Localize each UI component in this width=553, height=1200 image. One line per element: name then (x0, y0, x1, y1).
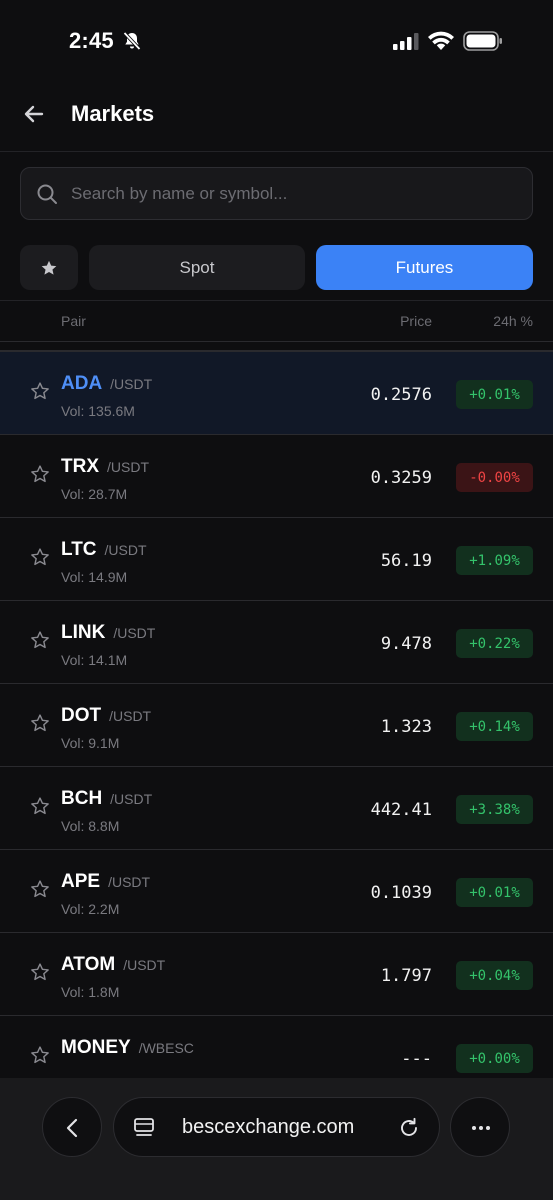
favorite-star-icon[interactable] (30, 713, 50, 733)
address-bar[interactable]: bescexchange.com (113, 1097, 440, 1157)
pair-quote: /USDT (110, 791, 153, 807)
pair-price: 9.478 (380, 634, 432, 654)
search-icon (37, 184, 57, 204)
market-row[interactable]: DOT/USDT Vol: 9.1M 1.323 +0.14% (0, 684, 553, 767)
column-header-price[interactable]: Price (400, 313, 432, 329)
favorite-star-icon[interactable] (30, 630, 50, 650)
list-header: Pair Price 24h % (0, 300, 553, 342)
pair-volume: Vol: 9.1M (61, 735, 120, 751)
market-row[interactable]: APE/USDT Vol: 2.2M 0.1039 +0.01% (0, 850, 553, 933)
browser-back-button[interactable] (42, 1097, 102, 1157)
pair-volume: Vol: 14.1M (61, 652, 128, 668)
pair-price: 1.797 (380, 966, 432, 986)
market-list: ADA/USDT Vol: 135.6M 0.2576 +0.01% TRX/U… (0, 352, 553, 1099)
pair-quote: /USDT (107, 459, 149, 475)
pair-quote: /USDT (108, 874, 151, 890)
pair-price: 56.19 (380, 551, 432, 571)
favorite-star-icon[interactable] (30, 879, 50, 899)
pair-volume: Vol: 2.2M (61, 901, 120, 917)
pair-volume: Vol: 135.6M (61, 403, 135, 419)
pair-quote: /USDT (110, 376, 153, 392)
change-badge: +0.01% (456, 380, 533, 409)
pair-price: 442.41 (370, 800, 432, 820)
column-header-change[interactable]: 24h % (493, 313, 533, 329)
favorite-star-icon[interactable] (30, 547, 50, 567)
pair-quote: /USDT (123, 957, 166, 973)
favorite-star-icon[interactable] (30, 464, 50, 484)
market-row[interactable]: ATOM/USDT Vol: 1.8M 1.797 +0.04% (0, 933, 553, 1016)
pair-base: ADA/USDT (61, 373, 153, 394)
pair-volume: Vol: 14.9M (61, 569, 128, 585)
pair-base: LTC/USDT (61, 539, 147, 560)
tab-spot[interactable]: Spot (89, 245, 305, 290)
browser-toolbar: bescexchange.com (0, 1078, 553, 1200)
chevron-left-icon (66, 1118, 78, 1138)
search-box[interactable] (20, 167, 533, 220)
page-menu-icon[interactable] (133, 1117, 155, 1139)
pair-base: LINK/USDT (61, 622, 156, 643)
favorite-star-icon[interactable] (30, 962, 50, 982)
pair-base: BCH/USDT (61, 788, 153, 809)
pair-quote: /USDT (109, 708, 152, 724)
pair-price: 0.1039 (370, 883, 432, 903)
change-badge: +0.00% (456, 1044, 533, 1073)
pair-base: MONEY/WBESC (61, 1037, 194, 1058)
status-time: 2:45 (69, 28, 114, 53)
favorite-star-icon[interactable] (30, 381, 50, 401)
pair-base: TRX/USDT (61, 456, 149, 477)
market-row[interactable]: TRX/USDT Vol: 28.7M 0.3259 -0.00% (0, 435, 553, 518)
pair-base: APE/USDT (61, 871, 151, 892)
pair-volume: Vol: 28.7M (61, 486, 128, 502)
pair-base: ATOM/USDT (61, 954, 166, 975)
change-badge: +0.01% (456, 878, 533, 907)
more-dots-icon (472, 1126, 490, 1130)
change-badge: -0.00% (456, 463, 533, 492)
market-row[interactable]: BCH/USDT Vol: 8.8M 442.41 +3.38% (0, 767, 553, 850)
wifi-icon (428, 31, 454, 50)
search-input[interactable] (71, 168, 521, 219)
market-row[interactable]: ADA/USDT Vol: 135.6M 0.2576 +0.01% (0, 352, 553, 435)
market-row[interactable]: LTC/USDT Vol: 14.9M 56.19 +1.09% (0, 518, 553, 601)
page-title: Markets (71, 101, 155, 126)
browser-more-button[interactable] (450, 1097, 510, 1157)
battery-icon (463, 31, 502, 51)
pair-quote: /WBESC (138, 1040, 194, 1056)
url-text: bescexchange.com (182, 1116, 355, 1138)
status-bar: 2:45 (0, 0, 553, 80)
pair-base: DOT/USDT (61, 705, 152, 726)
pair-quote: /USDT (113, 625, 156, 641)
column-header-pair[interactable]: Pair (61, 313, 86, 329)
pair-price: --- (401, 1049, 432, 1069)
star-icon (41, 260, 57, 275)
favorite-star-icon[interactable] (30, 796, 50, 816)
change-badge: +3.38% (456, 795, 533, 824)
pair-price: 0.3259 (370, 468, 432, 488)
pair-volume: Vol: 1.8M (61, 984, 120, 1000)
pair-price: 1.323 (380, 717, 432, 737)
change-badge: +0.04% (456, 961, 533, 990)
market-row[interactable]: LINK/USDT Vol: 14.1M 9.478 +0.22% (0, 601, 553, 684)
change-badge: +0.14% (456, 712, 533, 741)
favorite-star-icon[interactable] (30, 1045, 50, 1065)
pair-volume: Vol: 8.8M (61, 818, 120, 834)
cellular-signal-icon (393, 33, 419, 50)
change-badge: +1.09% (456, 546, 533, 575)
app-header: Markets (0, 80, 553, 152)
back-arrow-icon[interactable] (22, 102, 46, 126)
tab-futures[interactable]: Futures (316, 245, 533, 290)
change-badge: +0.22% (456, 629, 533, 658)
pair-quote: /USDT (104, 542, 147, 558)
tab-favorites[interactable] (20, 245, 78, 290)
reload-icon[interactable] (398, 1117, 420, 1139)
bell-off-icon (123, 31, 141, 51)
pair-price: 0.2576 (370, 385, 432, 405)
